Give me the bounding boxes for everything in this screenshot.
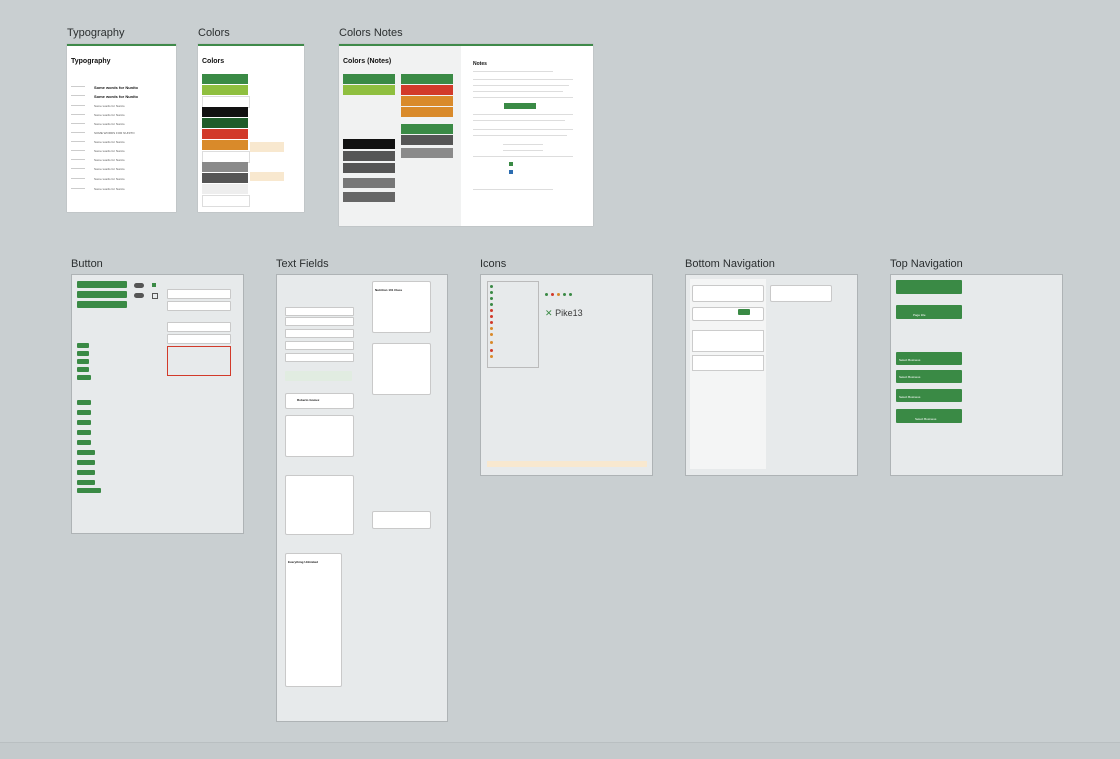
status-icon xyxy=(490,291,493,294)
text-field[interactable] xyxy=(285,353,354,362)
swatch-orange xyxy=(202,140,248,150)
sample-text: Some words for Nunito xyxy=(94,122,125,126)
sample-text: Some words for Nunito xyxy=(94,94,138,99)
bottom-navigation-frame xyxy=(685,274,858,476)
status-icon xyxy=(490,297,493,300)
outline-button[interactable] xyxy=(167,334,231,344)
status-icon xyxy=(490,321,493,324)
icons-frame: ✕ Pike13 xyxy=(480,274,653,476)
class-card-title: Nutrition 101 Class xyxy=(375,288,403,292)
frame-title-button: Button xyxy=(71,258,103,270)
frame-title-top-navigation: Top Navigation xyxy=(890,258,963,270)
swatch-black xyxy=(202,107,248,117)
swatch-dark-green xyxy=(202,118,248,128)
sample-text: Some words for Nunito xyxy=(94,85,138,90)
frame-title-typography: Typography xyxy=(67,27,125,39)
swatch-light-grey xyxy=(202,184,248,194)
profile-card[interactable] xyxy=(285,393,354,409)
sample-text: Some words for Nunito xyxy=(94,167,125,171)
primary-button[interactable] xyxy=(77,281,127,288)
sample-text: Some words for Nunito xyxy=(94,140,125,144)
typography-heading: Typography xyxy=(71,58,111,65)
sample-text: Some words for Nunito xyxy=(94,158,125,162)
swatch-grey xyxy=(202,162,248,172)
typography-frame: Typography Some words for Nunito Some wo… xyxy=(67,44,176,212)
sample-text: Some words for Nunito xyxy=(94,177,125,181)
sample-text: Some words for Nunito xyxy=(94,149,125,153)
checkbox[interactable] xyxy=(152,293,158,299)
frame-title-bottom-navigation: Bottom Navigation xyxy=(685,258,775,270)
status-icon xyxy=(490,315,493,318)
frame-title-text-fields: Text Fields xyxy=(276,258,329,270)
pike13-logo: ✕ Pike13 xyxy=(545,308,583,318)
button-frame xyxy=(71,274,244,534)
search-button[interactable] xyxy=(738,309,750,315)
bottom-nav-bar[interactable] xyxy=(770,285,832,302)
status-icon xyxy=(490,349,493,352)
frame-title-icons: Icons xyxy=(480,258,507,270)
profile-name: Roberto Gomez xyxy=(297,398,320,402)
toggle-switch[interactable] xyxy=(134,293,144,298)
status-icon xyxy=(490,285,493,288)
status-icon xyxy=(490,309,493,312)
primary-button[interactable] xyxy=(77,301,127,308)
page-title: Page title xyxy=(913,313,926,317)
swatch-red xyxy=(202,129,248,139)
text-field[interactable] xyxy=(285,317,354,326)
notes-heading: Notes xyxy=(473,61,487,67)
top-nav-bar[interactable] xyxy=(896,280,962,294)
select-business: Select Business xyxy=(899,395,921,399)
list-title: Everything Unlimited xyxy=(288,560,319,564)
swatch-light-green xyxy=(202,85,248,95)
top-navigation-frame: Page title Select Business Select Busine… xyxy=(890,274,1063,476)
colors-notes-frame: Colors (Notes) Notes xyxy=(339,44,593,226)
sample-text: SOME WORDS FOR NUNITO xyxy=(94,131,135,135)
sample-text: Some words for Nunito xyxy=(94,104,125,108)
pike13-logo-icon: ✕ xyxy=(545,308,553,318)
outline-button[interactable] xyxy=(167,322,231,332)
text-field[interactable] xyxy=(285,341,354,350)
text-field[interactable] xyxy=(285,329,354,338)
select-business: Select Business xyxy=(915,417,937,421)
segmented-control[interactable] xyxy=(167,346,231,376)
outline-button[interactable] xyxy=(167,289,231,299)
canvas-footer xyxy=(0,742,1120,759)
colors-notes-heading: Colors (Notes) xyxy=(343,58,392,65)
colors-heading: Colors xyxy=(202,58,225,65)
warning-note xyxy=(487,461,647,467)
status-icon xyxy=(490,303,493,306)
swatch-dark-grey xyxy=(202,173,248,183)
toggle-switch[interactable] xyxy=(134,283,144,288)
swatch-background xyxy=(202,195,250,207)
frame-title-colors-notes: Colors Notes xyxy=(339,27,403,39)
sample-text: Some words for Nunito xyxy=(94,187,125,191)
colors-frame: Colors xyxy=(198,44,304,212)
text-fields-frame: Roberto Gomez Everything Unlimited Nutri… xyxy=(276,274,448,722)
bottom-nav-bar[interactable] xyxy=(692,285,764,302)
status-icon xyxy=(490,341,493,344)
checkbox[interactable] xyxy=(152,283,156,287)
select-business: Select Business xyxy=(899,358,921,362)
top-nav-bar[interactable] xyxy=(896,305,962,319)
status-icon xyxy=(490,355,493,358)
status-icon xyxy=(490,327,493,330)
swatch-green xyxy=(202,74,248,84)
warning-note xyxy=(250,142,284,152)
status-icon xyxy=(490,333,493,336)
text-field[interactable] xyxy=(285,307,354,316)
warning-note xyxy=(250,172,284,181)
frame-title-colors: Colors xyxy=(198,27,230,39)
sample-text: Some words for Nunito xyxy=(94,113,125,117)
outline-button[interactable] xyxy=(167,301,231,311)
primary-button[interactable] xyxy=(77,291,127,298)
select-business: Select Business xyxy=(899,375,921,379)
